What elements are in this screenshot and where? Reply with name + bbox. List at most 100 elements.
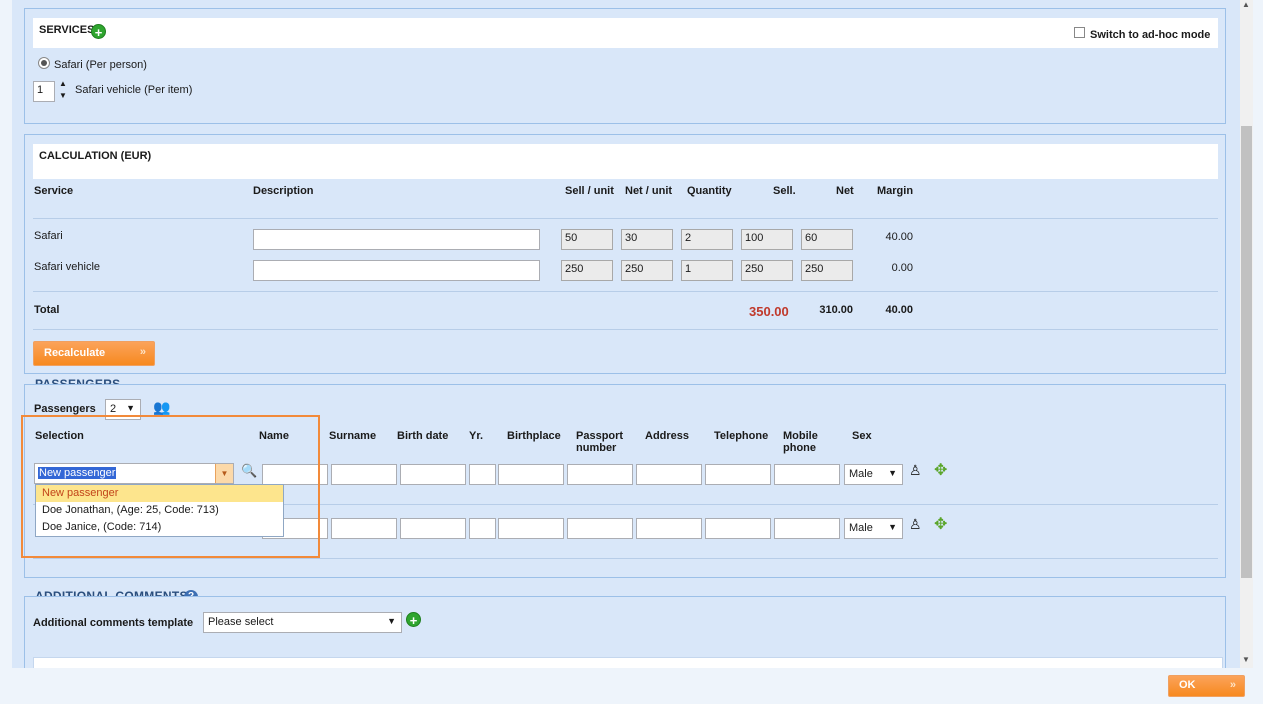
chevron-down-icon: ▼ xyxy=(888,468,897,478)
group-people-icon[interactable]: 👥 xyxy=(153,399,170,416)
sell-unit-field: 250 xyxy=(561,260,613,281)
double-chevron-icon: » xyxy=(139,346,146,358)
chevron-down-icon: ▼ xyxy=(126,403,135,413)
yr-input[interactable] xyxy=(469,464,496,485)
net-unit-field: 30 xyxy=(621,229,673,250)
ok-label: OK xyxy=(1179,679,1196,691)
mobile-input[interactable] xyxy=(774,518,840,539)
birth-date-input[interactable] xyxy=(400,464,466,485)
passenger-divider xyxy=(33,558,1218,559)
description-input[interactable] xyxy=(253,229,540,250)
vertical-scrollbar[interactable]: ▲ ▼ xyxy=(1240,0,1253,668)
net-unit-field: 250 xyxy=(621,260,673,281)
surname-input[interactable] xyxy=(331,464,397,485)
calc-divider xyxy=(33,218,1218,219)
comments-template-select[interactable]: Please select ▼ xyxy=(203,612,402,633)
dialog-content: SERVICES + Switch to ad-hoc mode Safari … xyxy=(12,0,1240,668)
calc-divider xyxy=(33,291,1218,292)
stepper-down-icon[interactable]: ▼ xyxy=(59,91,67,100)
telephone-input[interactable] xyxy=(705,518,771,539)
safari-radio-label: Safari (Per person) xyxy=(54,59,147,71)
sell-field: 100 xyxy=(741,229,793,250)
stepper-up-icon[interactable]: ▲ xyxy=(59,79,67,88)
adhoc-checkbox[interactable] xyxy=(1074,27,1085,38)
chevron-down-icon: ▼ xyxy=(888,522,897,532)
add-service-icon[interactable]: + xyxy=(91,24,106,40)
sex-select[interactable]: Male ▼ xyxy=(844,464,903,485)
col-service: Service xyxy=(34,185,74,197)
col-surname: Surname xyxy=(329,430,377,442)
col-birth-date: Birth date xyxy=(397,430,449,442)
sex-select[interactable]: Male ▼ xyxy=(844,518,903,539)
services-header xyxy=(33,18,1218,48)
total-net: 310.00 xyxy=(819,304,853,316)
margin-value: 0.00 xyxy=(891,262,913,274)
move-icon[interactable]: ✥ xyxy=(934,460,947,480)
col-net: Net xyxy=(836,185,854,197)
services-panel: SERVICES + Switch to ad-hoc mode Safari … xyxy=(24,8,1226,124)
col-description: Description xyxy=(253,185,314,197)
passport-input[interactable] xyxy=(567,518,633,539)
comments-textarea[interactable] xyxy=(33,657,1223,668)
col-passport: Passport number xyxy=(576,430,624,454)
calculation-title: CALCULATION (EUR) xyxy=(39,150,152,162)
birthplace-input[interactable] xyxy=(498,464,564,485)
yr-input[interactable] xyxy=(469,518,496,539)
net-field: 60 xyxy=(801,229,853,250)
calculation-header xyxy=(33,144,1218,179)
scrollbar-thumb[interactable] xyxy=(1241,126,1252,578)
quantity-field: 1 xyxy=(681,260,733,281)
col-sell-unit: Sell / unit xyxy=(565,185,614,197)
total-label: Total xyxy=(34,304,60,316)
scroll-up-icon[interactable]: ▲ xyxy=(1242,0,1250,9)
col-mobile: Mobile phone xyxy=(783,430,818,454)
sex-value: Male xyxy=(849,468,873,480)
passengers-count-value: 2 xyxy=(110,403,117,415)
description-input[interactable] xyxy=(253,260,540,281)
col-yr: Yr. xyxy=(469,430,484,442)
address-input[interactable] xyxy=(636,518,702,539)
scroll-down-icon[interactable]: ▼ xyxy=(1242,655,1250,664)
sex-value: Male xyxy=(849,522,873,534)
mobile-input[interactable] xyxy=(774,464,840,485)
net-field: 250 xyxy=(801,260,853,281)
move-icon[interactable]: ✥ xyxy=(934,514,947,534)
sell-unit-field: 50 xyxy=(561,229,613,250)
col-sell: Sell. xyxy=(773,185,796,197)
col-net-unit: Net / unit xyxy=(625,185,673,197)
col-address: Address xyxy=(645,430,690,442)
col-margin: Margin xyxy=(877,185,914,197)
ok-button[interactable]: OK » xyxy=(1168,675,1245,697)
comments-panel: Additional comments template Please sele… xyxy=(24,596,1226,668)
calculation-panel: CALCULATION (EUR) Service Description Se… xyxy=(24,134,1226,374)
chevron-down-icon: ▼ xyxy=(387,616,396,626)
margin-value: 40.00 xyxy=(885,231,913,243)
comments-template-label: Additional comments template xyxy=(33,617,194,629)
double-chevron-icon: » xyxy=(1229,679,1236,691)
dialog-footer: OK » xyxy=(0,668,1263,704)
birth-date-input[interactable] xyxy=(400,518,466,539)
vehicle-quantity-stepper[interactable]: 1 xyxy=(33,81,55,102)
recalculate-label: Recalculate xyxy=(44,347,106,359)
surname-input[interactable] xyxy=(331,518,397,539)
col-birthplace: Birthplace xyxy=(507,430,561,442)
row-service: Safari xyxy=(34,230,63,242)
remove-passenger-icon[interactable]: ♙ xyxy=(909,462,922,479)
col-sex: Sex xyxy=(852,430,872,442)
col-quantity: Quantity xyxy=(687,185,732,197)
birthplace-input[interactable] xyxy=(498,518,564,539)
address-input[interactable] xyxy=(636,464,702,485)
quantity-field: 2 xyxy=(681,229,733,250)
passengers-count-label: Passengers xyxy=(34,403,96,415)
highlight-box xyxy=(21,415,320,558)
telephone-input[interactable] xyxy=(705,464,771,485)
total-sell: 350.00 xyxy=(749,304,789,319)
comments-template-value: Please select xyxy=(208,616,274,628)
safari-radio[interactable] xyxy=(38,57,50,69)
passport-input[interactable] xyxy=(567,464,633,485)
add-template-icon[interactable]: + xyxy=(406,612,421,628)
radio-dot xyxy=(41,60,47,66)
remove-passenger-icon[interactable]: ♙ xyxy=(909,516,922,533)
recalculate-button[interactable]: Recalculate » xyxy=(33,341,155,366)
row-service: Safari vehicle xyxy=(34,261,101,273)
